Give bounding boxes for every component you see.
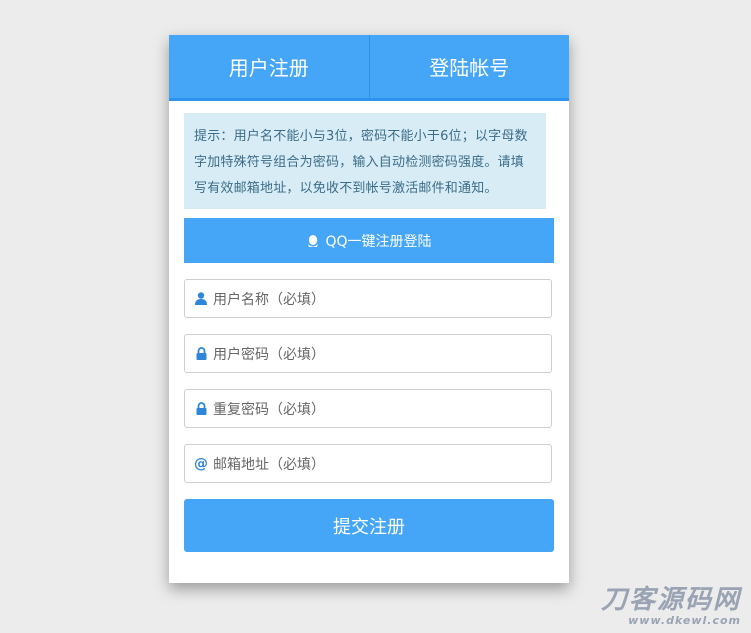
email-field[interactable]: @ 邮箱地址（必填） [184, 444, 552, 483]
watermark-url: www.dkewl.com [601, 614, 741, 627]
at-icon: @ [194, 457, 208, 471]
user-icon [194, 292, 208, 306]
password-field[interactable]: 用户密码（必填） [184, 334, 552, 373]
lock-icon [194, 347, 208, 361]
watermark-logo: 刀客源码网 www.dkewl.com [601, 586, 741, 627]
repeat-password-field[interactable]: 重复密码（必填） [184, 389, 552, 428]
qq-icon [306, 234, 320, 248]
notice-box: 提示：用户名不能小与3位，密码不能小于6位；以字母数字加特殊符号组合为密码，输入… [184, 113, 546, 209]
email-placeholder: 邮箱地址（必填） [213, 454, 325, 474]
password-placeholder: 用户密码（必填） [213, 344, 325, 364]
lock-icon [194, 402, 208, 416]
tab-bar: 用户注册 登陆帐号 [169, 35, 569, 101]
watermark-title: 刀客源码网 [601, 586, 741, 614]
submit-button[interactable]: 提交注册 [184, 499, 554, 552]
repeat-password-placeholder: 重复密码（必填） [213, 399, 325, 419]
register-card: 用户注册 登陆帐号 提示：用户名不能小与3位，密码不能小于6位；以字母数字加特殊… [169, 35, 569, 583]
username-field[interactable]: 用户名称（必填） [184, 279, 552, 318]
qq-register-label: QQ一键注册登陆 [325, 231, 431, 251]
tab-register[interactable]: 用户注册 [169, 35, 369, 98]
tab-login[interactable]: 登陆帐号 [369, 35, 570, 98]
username-placeholder: 用户名称（必填） [213, 289, 325, 309]
qq-register-button[interactable]: QQ一键注册登陆 [184, 218, 554, 263]
